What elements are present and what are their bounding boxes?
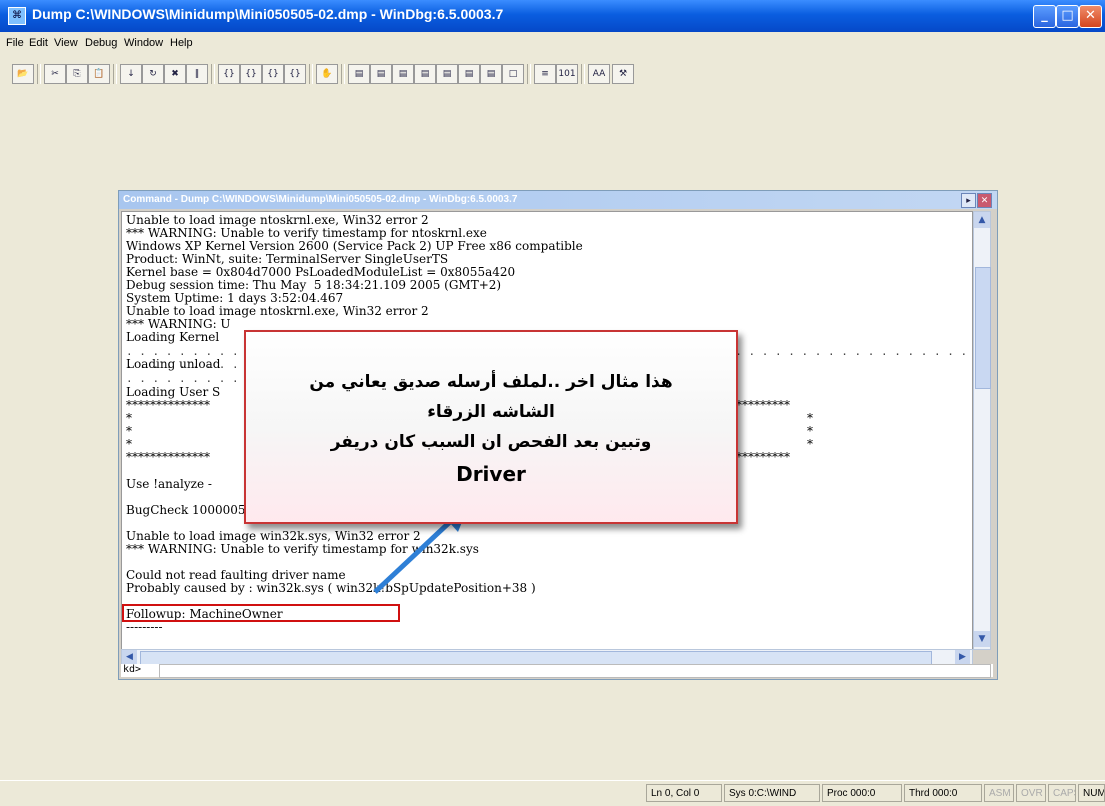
status-process: Proc 000:0 [822, 784, 902, 802]
status-num: NUM [1078, 784, 1105, 802]
windbg-app: ⌘ Dump C:\WINDOWS\Minidump\Mini050505-02… [0, 0, 1105, 806]
callout-line-2: الشاشه الزرقاء [427, 402, 555, 422]
status-thread: Thrd 000:0 [904, 784, 982, 802]
callout-line-3: وتبين بعد الفحص ان السبب كان دريفر [330, 432, 652, 452]
status-bar: Ln 0, Col 0 Sys 0:C:\WIND Proc 000:0 Thr… [0, 780, 1105, 806]
status-system: Sys 0:C:\WIND [724, 784, 820, 802]
status-caps: CAPS [1048, 784, 1076, 802]
callout-line-4: Driver [456, 462, 526, 486]
annotation-callout: هذا مثال اخر ..لملف أرسله صديق يعاني من … [244, 330, 738, 524]
status-asm: ASM [984, 784, 1014, 802]
status-ovr: OVR [1016, 784, 1046, 802]
callout-line-1: هذا مثال اخر ..لملف أرسله صديق يعاني من [309, 372, 673, 392]
status-position: Ln 0, Col 0 [646, 784, 722, 802]
